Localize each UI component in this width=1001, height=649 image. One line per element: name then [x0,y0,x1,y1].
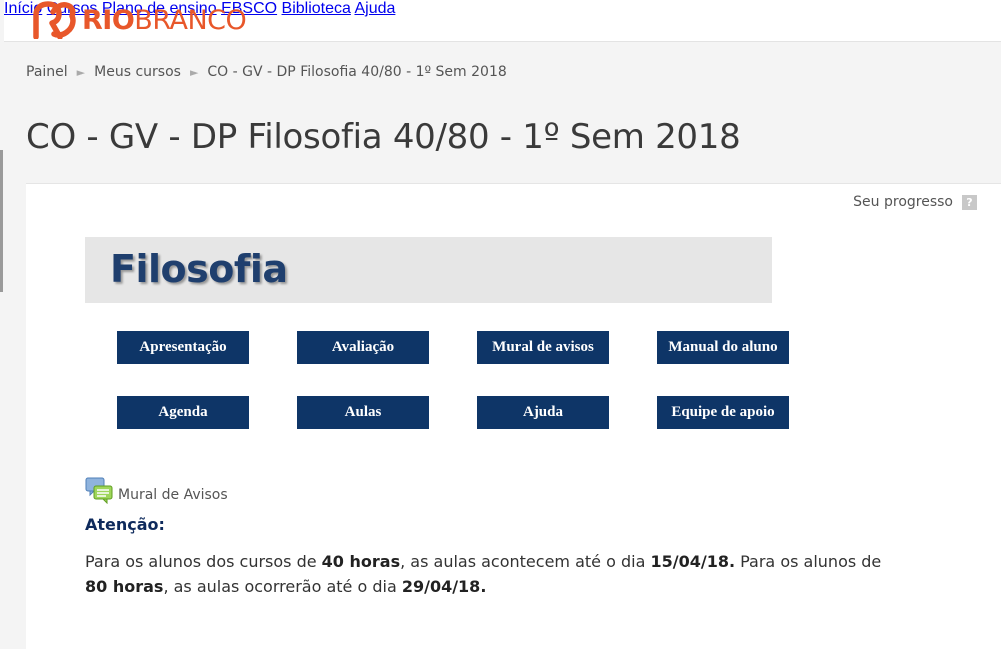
forum-label[interactable]: Mural de Avisos [118,487,228,503]
course-banner: Filosofia [85,237,772,303]
notice-text: Para os alunos dos cursos de 40 horas, a… [85,549,895,599]
course-content-card: Seu progresso ? Filosofia Apresentação A… [26,183,1001,649]
notice-emphasis: 29/04/18. [401,577,487,596]
manual-do-aluno-button[interactable]: Manual do aluno [657,331,789,364]
nav-ajuda[interactable]: Ajuda [354,0,395,17]
brand-logo[interactable]: RIOBRANCO [30,0,247,40]
avaliacao-button[interactable]: Avaliação [297,331,429,364]
breadcrumb: Painel ► Meus cursos ► CO - GV - DP Filo… [26,64,507,80]
page-title: CO - GV - DP Filosofia 40/80 - 1º Sem 20… [26,117,741,157]
notice-emphasis: 40 horas [321,552,401,571]
apresentacao-button[interactable]: Apresentação [117,331,249,364]
notice-text-part: Para os alunos dos cursos de [85,552,322,571]
aulas-button[interactable]: Aulas [297,396,429,429]
breadcrumb-meus-cursos[interactable]: Meus cursos [94,64,181,80]
nav-biblioteca[interactable]: Biblioteca [282,0,351,17]
brand-name-part2: BRANCO [134,4,247,36]
progress-indicator: Seu progresso ? [853,194,977,210]
notice-emphasis: 80 horas [85,577,164,596]
notice-text-part: , as aulas ocorrerão até o dia [163,577,402,596]
agenda-button[interactable]: Agenda [117,396,249,429]
forum-link[interactable]: Mural de Avisos [85,476,228,504]
forum-icon [85,477,113,504]
notice-emphasis: 15/04/18. [650,552,736,571]
breadcrumb-separator-icon: ► [189,65,199,79]
banner-title: Filosofia [110,247,288,291]
notice-heading: Atenção: [85,515,165,534]
breadcrumb-painel[interactable]: Painel [26,64,68,80]
equipe-de-apoio-button[interactable]: Equipe de apoio [657,396,789,429]
left-edge-strip [0,150,3,292]
breadcrumb-current-course[interactable]: CO - GV - DP Filosofia 40/80 - 1º Sem 20… [207,64,506,80]
help-icon[interactable]: ? [962,194,977,210]
progress-label: Seu progresso [853,194,953,210]
breadcrumb-separator-icon: ► [76,65,86,79]
brand-name-part1: RIO [82,4,135,36]
riobranco-logo-icon [33,1,76,39]
mural-de-avisos-button[interactable]: Mural de avisos [477,331,609,364]
notice-text-part: , as aulas acontecem até o dia [400,552,651,571]
ajuda-button[interactable]: Ajuda [477,396,609,429]
brand-wordmark: RIOBRANCO [82,4,247,36]
top-navbar: RIOBRANCO Início Cursos Plano de ensino … [4,0,1001,42]
notice-text-part: Para os alunos de [735,552,882,571]
